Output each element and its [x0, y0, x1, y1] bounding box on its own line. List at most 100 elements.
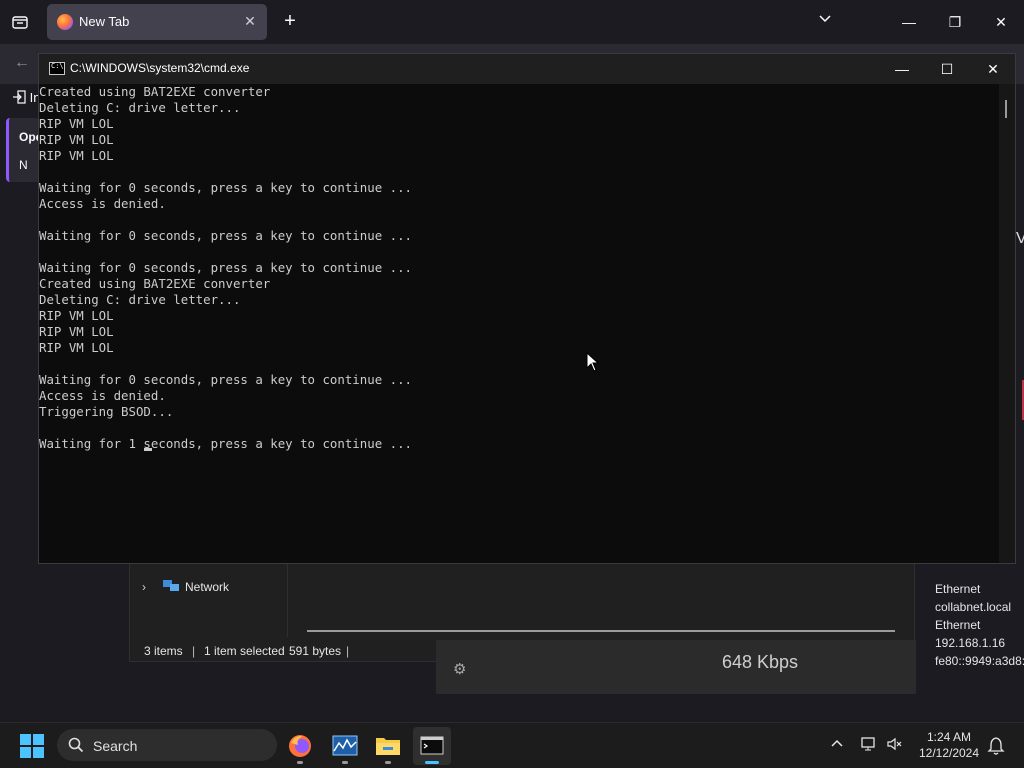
- chevron-right-icon[interactable]: ›: [142, 580, 146, 594]
- mouse-pointer-icon: [586, 352, 600, 372]
- tab-title: New Tab: [79, 14, 130, 29]
- text-cursor: [144, 448, 152, 451]
- tab-new-tab[interactable]: New Tab ✕: [47, 4, 267, 40]
- chevron-up-icon[interactable]: [830, 735, 844, 751]
- app-indicator: [297, 761, 303, 764]
- browser-minimize-button[interactable]: —: [886, 0, 932, 44]
- start-button[interactable]: [20, 734, 44, 758]
- browser-restore-button[interactable]: ❐: [932, 0, 978, 44]
- network-icon: [163, 580, 179, 591]
- folder-icon: [376, 738, 400, 755]
- status-separator: |: [192, 644, 196, 658]
- console-line: Waiting for 0 seconds, press a key to co…: [39, 372, 412, 387]
- console-line: Waiting for 0 seconds, press a key to co…: [39, 228, 412, 243]
- status-separator: |: [346, 644, 350, 658]
- network-speed: 648 Kbps: [722, 652, 799, 672]
- nav-item-network[interactable]: Network: [185, 580, 229, 594]
- console-line: Created using BAT2EXE converter: [39, 84, 271, 99]
- cmd-minimize-button[interactable]: —: [879, 54, 925, 84]
- console-line: RIP VM LOL: [39, 340, 114, 355]
- volume-muted-icon[interactable]: [886, 736, 904, 755]
- scrollbar-thumb[interactable]: [1005, 100, 1007, 118]
- explorer-nav-pane: › Network: [130, 563, 288, 637]
- network-tray-icon[interactable]: [860, 736, 878, 755]
- app-indicator: [342, 761, 348, 764]
- speaker-mute-icon: [887, 737, 902, 751]
- sidebar-card-sub: N: [19, 158, 28, 172]
- tab-close-icon[interactable]: ✕: [241, 12, 259, 30]
- taskbar-app-cmd[interactable]: [413, 727, 451, 765]
- tab-strip: New Tab ✕ + — ❐ ✕: [0, 0, 1024, 44]
- taskbar-app-file-explorer[interactable]: [369, 727, 407, 765]
- browser-close-button[interactable]: ✕: [978, 0, 1024, 44]
- network-panel: ⚙ 648 Kbps: [436, 640, 916, 694]
- network-detail: fe80::9949:a3d8:7: [935, 654, 1024, 668]
- cmd-icon-text: C:\: [51, 62, 64, 70]
- console-line: Waiting for 0 seconds, press a key to co…: [39, 260, 412, 275]
- list-all-tabs-button[interactable]: [814, 12, 836, 32]
- console-line: RIP VM LOL: [39, 148, 114, 163]
- cmd-title-bar[interactable]: C:\ C:\WINDOWS\system32\cmd.exe — ☐ ✕: [39, 54, 1015, 84]
- cmd-maximize-button[interactable]: ☐: [924, 54, 970, 84]
- search-label: Search: [93, 738, 138, 754]
- windows-logo-icon: [20, 747, 31, 758]
- sign-in-icon: [13, 90, 26, 104]
- monitor-network-icon: [861, 737, 875, 751]
- sidebar-item[interactable]: In: [12, 90, 40, 105]
- chevron-down-icon: [819, 15, 831, 23]
- gear-icon[interactable]: ⚙: [453, 660, 466, 678]
- console-output[interactable]: Created using BAT2EXE converter Deleting…: [39, 84, 1001, 563]
- console-line: Triggering BSOD...: [39, 404, 174, 419]
- tab-list-button[interactable]: [8, 10, 32, 34]
- chevron-up-glyph: [831, 739, 843, 747]
- console-line: Deleting C: drive letter...: [39, 292, 241, 307]
- search-icon: [68, 737, 84, 753]
- console-line: Waiting for 0 seconds, press a key to co…: [39, 180, 412, 195]
- clock-time: 1:24 AM: [926, 730, 972, 744]
- taskbar: Search 1:24 AM 12/12/2024: [0, 722, 1024, 768]
- network-detail: 192.168.1.16: [935, 636, 1006, 650]
- console-last-text: Waiting for 1 seconds, press a key to co…: [39, 436, 412, 451]
- console-line: Created using BAT2EXE converter: [39, 276, 271, 291]
- windows-logo-icon: [33, 747, 44, 758]
- right-peek-text: V: [1016, 230, 1024, 247]
- cmd-close-button[interactable]: ✕: [970, 54, 1016, 84]
- console-line-last: Waiting for 1 seconds, press a key to co…: [39, 436, 1001, 452]
- app-indicator: [385, 761, 391, 764]
- vertical-scrollbar[interactable]: [999, 84, 1015, 563]
- console-line: RIP VM LOL: [39, 308, 114, 323]
- back-arrow-icon[interactable]: ←: [14, 54, 30, 72]
- console-line: Access is denied.: [39, 196, 166, 211]
- windows-logo-icon: [20, 734, 31, 745]
- cmd-window: C:\ C:\WINDOWS\system32\cmd.exe — ☐ ✕ Cr…: [38, 53, 1016, 564]
- cmd-title: C:\WINDOWS\system32\cmd.exe: [70, 61, 250, 75]
- taskbar-app-resource-monitor[interactable]: [326, 727, 364, 765]
- console-line: Deleting C: drive letter...: [39, 100, 241, 115]
- status-item-count: 3 items: [144, 644, 183, 658]
- new-tab-button[interactable]: +: [278, 10, 302, 34]
- taskbar-clock[interactable]: 1:24 AM 12/12/2024: [912, 729, 986, 761]
- status-selected: 1 item selected: [204, 644, 285, 658]
- network-detail: Ethernet: [935, 618, 981, 632]
- terminal-icon: [420, 736, 444, 755]
- network-detail: collabnet.local: [935, 600, 1012, 614]
- network-detail: Ethernet: [935, 582, 981, 596]
- clock-date: 12/12/2024: [918, 746, 980, 760]
- sidebar-card[interactable]: Ope N: [6, 118, 42, 182]
- console-line: Access is denied.: [39, 388, 166, 403]
- taskbar-search[interactable]: Search: [57, 729, 277, 761]
- console-line: RIP VM LOL: [39, 116, 114, 131]
- cmd-icon: C:\: [49, 62, 65, 75]
- network-details: Ethernet collabnet.local Ethernet 192.16…: [935, 580, 1024, 670]
- graph-fragment: [1016, 380, 1024, 420]
- bell-icon[interactable]: [987, 736, 1005, 756]
- firefox-icon: [57, 14, 73, 30]
- firefox-icon: [289, 735, 311, 757]
- horizontal-scrollbar[interactable]: [307, 630, 895, 632]
- taskbar-app-firefox[interactable]: [281, 727, 319, 765]
